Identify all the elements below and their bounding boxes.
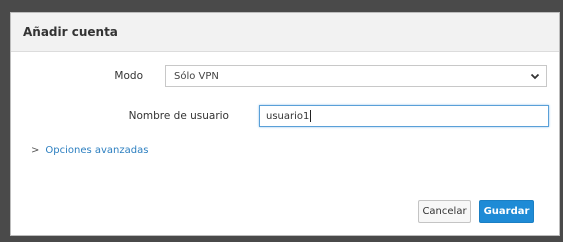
mode-label: Modo — [114, 70, 143, 82]
cancel-button[interactable]: Cancelar — [418, 200, 471, 223]
mode-row: Modo Sólo VPN — [11, 65, 547, 87]
username-row: Nombre de usuario usuario1 — [11, 105, 549, 127]
mode-select[interactable]: Sólo VPN — [165, 65, 547, 87]
chevron-down-icon — [530, 71, 540, 81]
save-button[interactable]: Guardar — [479, 200, 534, 223]
mode-select-value: Sólo VPN — [174, 70, 219, 82]
add-account-dialog: Añadir cuenta Modo Sólo VPN Nombre de us… — [10, 12, 560, 236]
text-caret — [310, 110, 312, 122]
username-input-value: usuario1 — [266, 110, 310, 122]
username-input[interactable]: usuario1 — [259, 105, 549, 127]
advanced-options-label: Opciones avanzadas — [45, 145, 149, 156]
chevron-right-icon: > — [31, 145, 40, 156]
advanced-options-toggle[interactable]: > Opciones avanzadas — [31, 145, 148, 156]
dialog-title: Añadir cuenta — [23, 25, 118, 39]
username-label: Nombre de usuario — [128, 110, 229, 122]
dialog-header: Añadir cuenta — [11, 13, 559, 52]
